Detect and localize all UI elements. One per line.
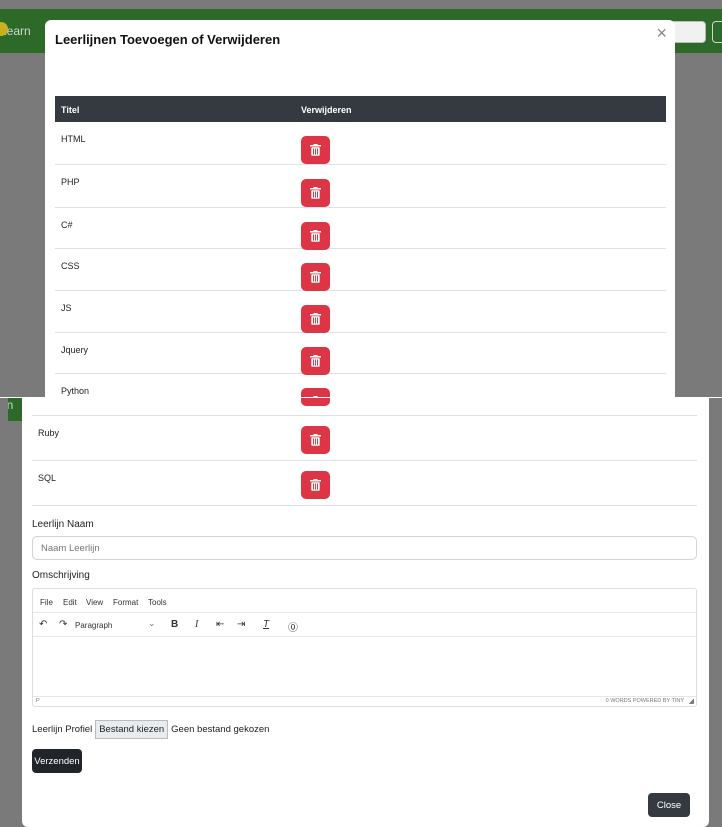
delete-button[interactable] (301, 305, 330, 333)
row-title: Python (61, 386, 90, 396)
table-row (32, 398, 697, 416)
editor-statusbar: P 0 WORDS POWERED BY TINY ◢ (33, 696, 696, 706)
file-choose-button[interactable]: Bestand kiezen (95, 720, 169, 739)
modal-dialog: Ruby SQL Leerlijn Naam Omschrijving File … (22, 398, 709, 827)
trash-icon (310, 479, 321, 491)
italic-icon[interactable]: I (195, 619, 198, 630)
clear-formatting-icon[interactable]: T (263, 619, 269, 630)
table-header: Titel Verwijderen (55, 96, 666, 122)
name-label: Leerlijn Naam (32, 519, 94, 530)
menu-tools[interactable]: Tools (148, 598, 167, 607)
chevron-down-icon[interactable]: ⌄ (148, 618, 156, 629)
help-icon[interactable]: ⓪ (288, 619, 298, 634)
row-title: SQL (38, 473, 57, 483)
modal-dialog: Leerlijnen Toevoegen of Verwijderen × Ti… (45, 20, 675, 397)
editor-menubar: File Edit View Format Tools (33, 589, 696, 613)
outdent-icon[interactable]: ⇤ (216, 619, 224, 630)
description-label: Omschrijving (32, 570, 90, 581)
rich-text-editor: File Edit View Format Tools ↶ ↷ Paragrap… (32, 588, 697, 707)
profile-file-row: Leerlijn Profiel Bestand kiezen Geen bes… (32, 720, 269, 739)
editor-toolbar: ↶ ↷ Paragraph ⌄ B I ⇤ ⇥ T ⓪ (33, 613, 696, 637)
trash-icon (310, 271, 321, 283)
close-icon[interactable]: × (656, 23, 667, 44)
table-row: Jquery (55, 333, 666, 375)
row-title: Jquery (61, 345, 89, 355)
trash-icon (310, 187, 321, 199)
delete-button[interactable] (301, 426, 330, 454)
row-title: HTML (61, 134, 86, 144)
trash-icon (310, 434, 321, 446)
menu-format[interactable]: Format (113, 598, 138, 607)
trash-icon (310, 355, 321, 367)
table-row: JS (55, 291, 666, 333)
undo-icon[interactable]: ↶ (39, 619, 47, 630)
modal-title: Leerlijnen Toevoegen of Verwijderen (55, 32, 281, 47)
backdrop-left (0, 398, 8, 827)
name-input[interactable] (32, 536, 697, 560)
trash-icon (310, 144, 321, 156)
word-count: 0 WORDS POWERED BY TINY (605, 698, 684, 704)
delete-button[interactable] (301, 136, 330, 164)
row-title: C# (61, 220, 73, 230)
redo-icon[interactable]: ↷ (59, 619, 67, 630)
navbar-brand[interactable]: Learn (0, 22, 31, 38)
table-row: SQL (32, 461, 697, 506)
row-title: PHP (61, 177, 80, 187)
table-row: HTML (55, 122, 666, 165)
menu-edit[interactable]: Edit (63, 598, 77, 607)
row-title: CSS (61, 261, 80, 271)
menu-view[interactable]: View (86, 598, 103, 607)
file-status: Geen bestand gekozen (171, 724, 270, 735)
delete-button[interactable] (301, 471, 330, 499)
column-header-titel: Titel (61, 105, 80, 115)
trash-icon (310, 230, 321, 242)
table-row: Ruby (32, 416, 697, 461)
resize-handle-icon[interactable]: ◢ (689, 697, 694, 705)
block-format-select[interactable]: Paragraph (75, 621, 112, 630)
menu-file[interactable]: File (40, 598, 53, 607)
table-row: C# (55, 208, 666, 250)
delete-button[interactable] (301, 388, 330, 397)
backdrop-right (709, 398, 722, 827)
row-title: Ruby (38, 428, 60, 438)
table-row: CSS (55, 249, 666, 291)
indent-icon[interactable]: ⇥ (237, 619, 245, 630)
column-header-verwijderen: Verwijderen (301, 105, 352, 115)
delete-button[interactable] (301, 398, 330, 406)
close-button[interactable]: Close (648, 793, 690, 817)
table-row: Python (55, 374, 666, 397)
delete-button[interactable] (301, 222, 330, 250)
submit-button[interactable]: Verzenden (32, 749, 82, 773)
profile-label: Leerlijn Profiel (32, 724, 93, 735)
trash-icon (313, 396, 318, 397)
table-row: PHP (55, 165, 666, 208)
bottom-screenshot: arn RubySQL Leerlijn Naam Omschrijving F… (0, 398, 722, 827)
delete-button[interactable] (301, 347, 330, 375)
bold-icon[interactable]: B (171, 619, 178, 630)
top-screenshot: Learn Leerlijnen Toevoegen of Verwijdere… (0, 0, 722, 397)
navbar-button[interactable] (712, 21, 722, 43)
trash-icon (310, 313, 321, 325)
element-path[interactable]: P (36, 698, 40, 704)
delete-button[interactable] (301, 179, 330, 207)
row-title: JS (61, 303, 72, 313)
delete-button[interactable] (301, 263, 330, 291)
